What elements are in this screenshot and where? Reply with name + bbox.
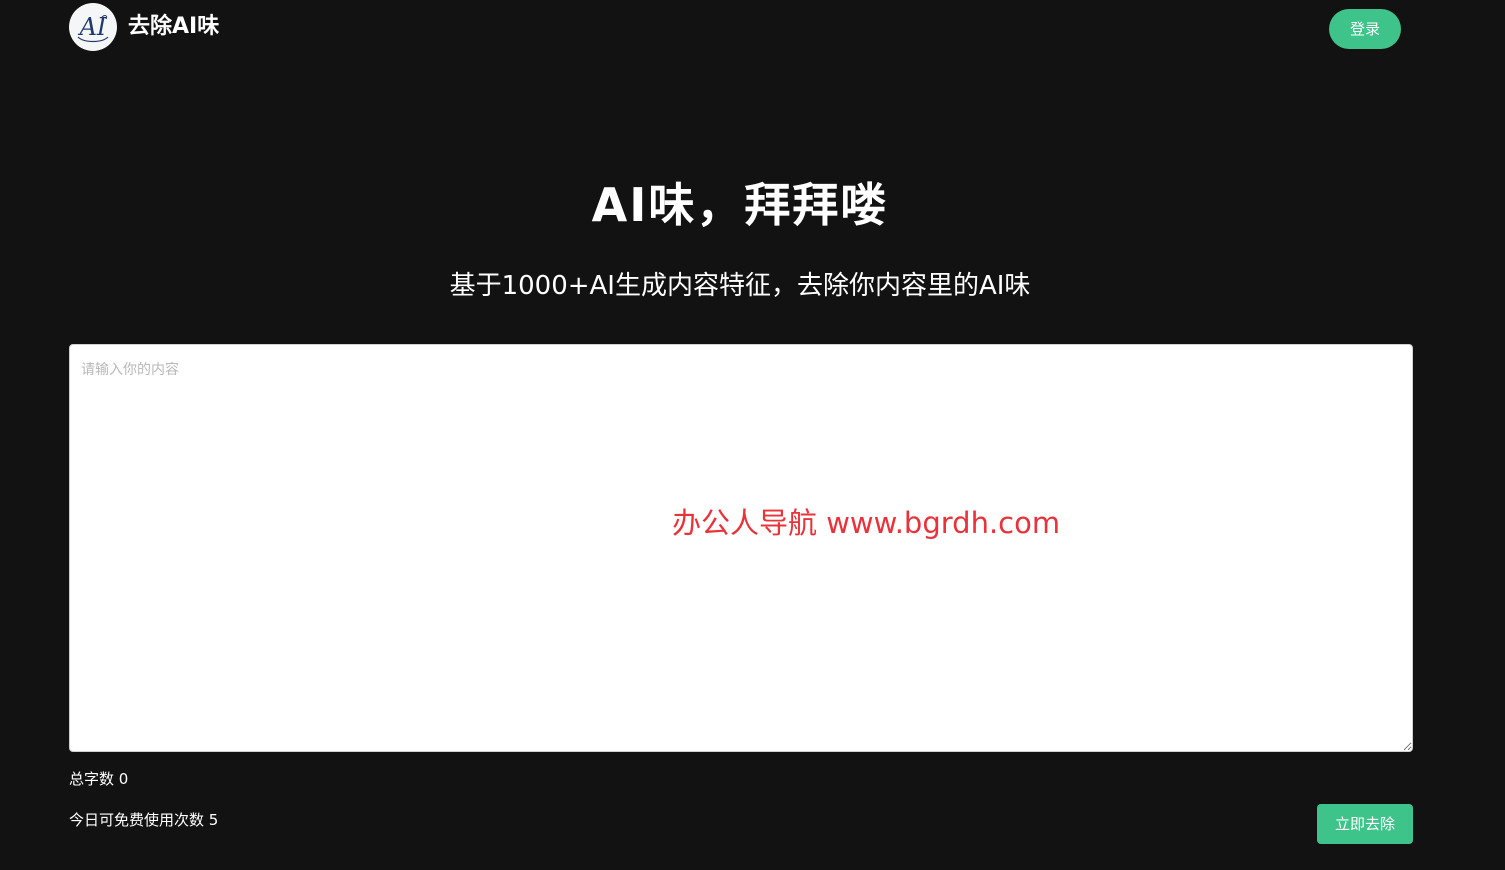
svg-text:AI: AI <box>78 13 107 41</box>
logo[interactable]: AI <box>69 3 117 51</box>
free-uses-value: 5 <box>208 811 219 829</box>
content-input[interactable] <box>69 344 1413 752</box>
top-bar: AI 去除AI味 登录 <box>0 0 1505 60</box>
word-count: 总字数 0 <box>69 769 128 789</box>
word-count-label: 总字数 <box>69 770 115 788</box>
free-uses: 今日可免费使用次数 5 <box>69 810 218 830</box>
remove-ai-button[interactable]: 立即去除 <box>1317 804 1413 844</box>
free-uses-label: 今日可免费使用次数 <box>69 811 205 829</box>
page-subtitle: 基于1000+AI生成内容特征，去除你内容里的AI味 <box>449 271 1031 301</box>
login-button[interactable]: 登录 <box>1329 9 1401 49</box>
word-count-value: 0 <box>118 770 129 788</box>
logo-icon: AI <box>70 4 116 50</box>
brand-name: 去除AI味 <box>128 14 220 39</box>
page-title: AI味，拜拜喽 <box>591 178 889 232</box>
